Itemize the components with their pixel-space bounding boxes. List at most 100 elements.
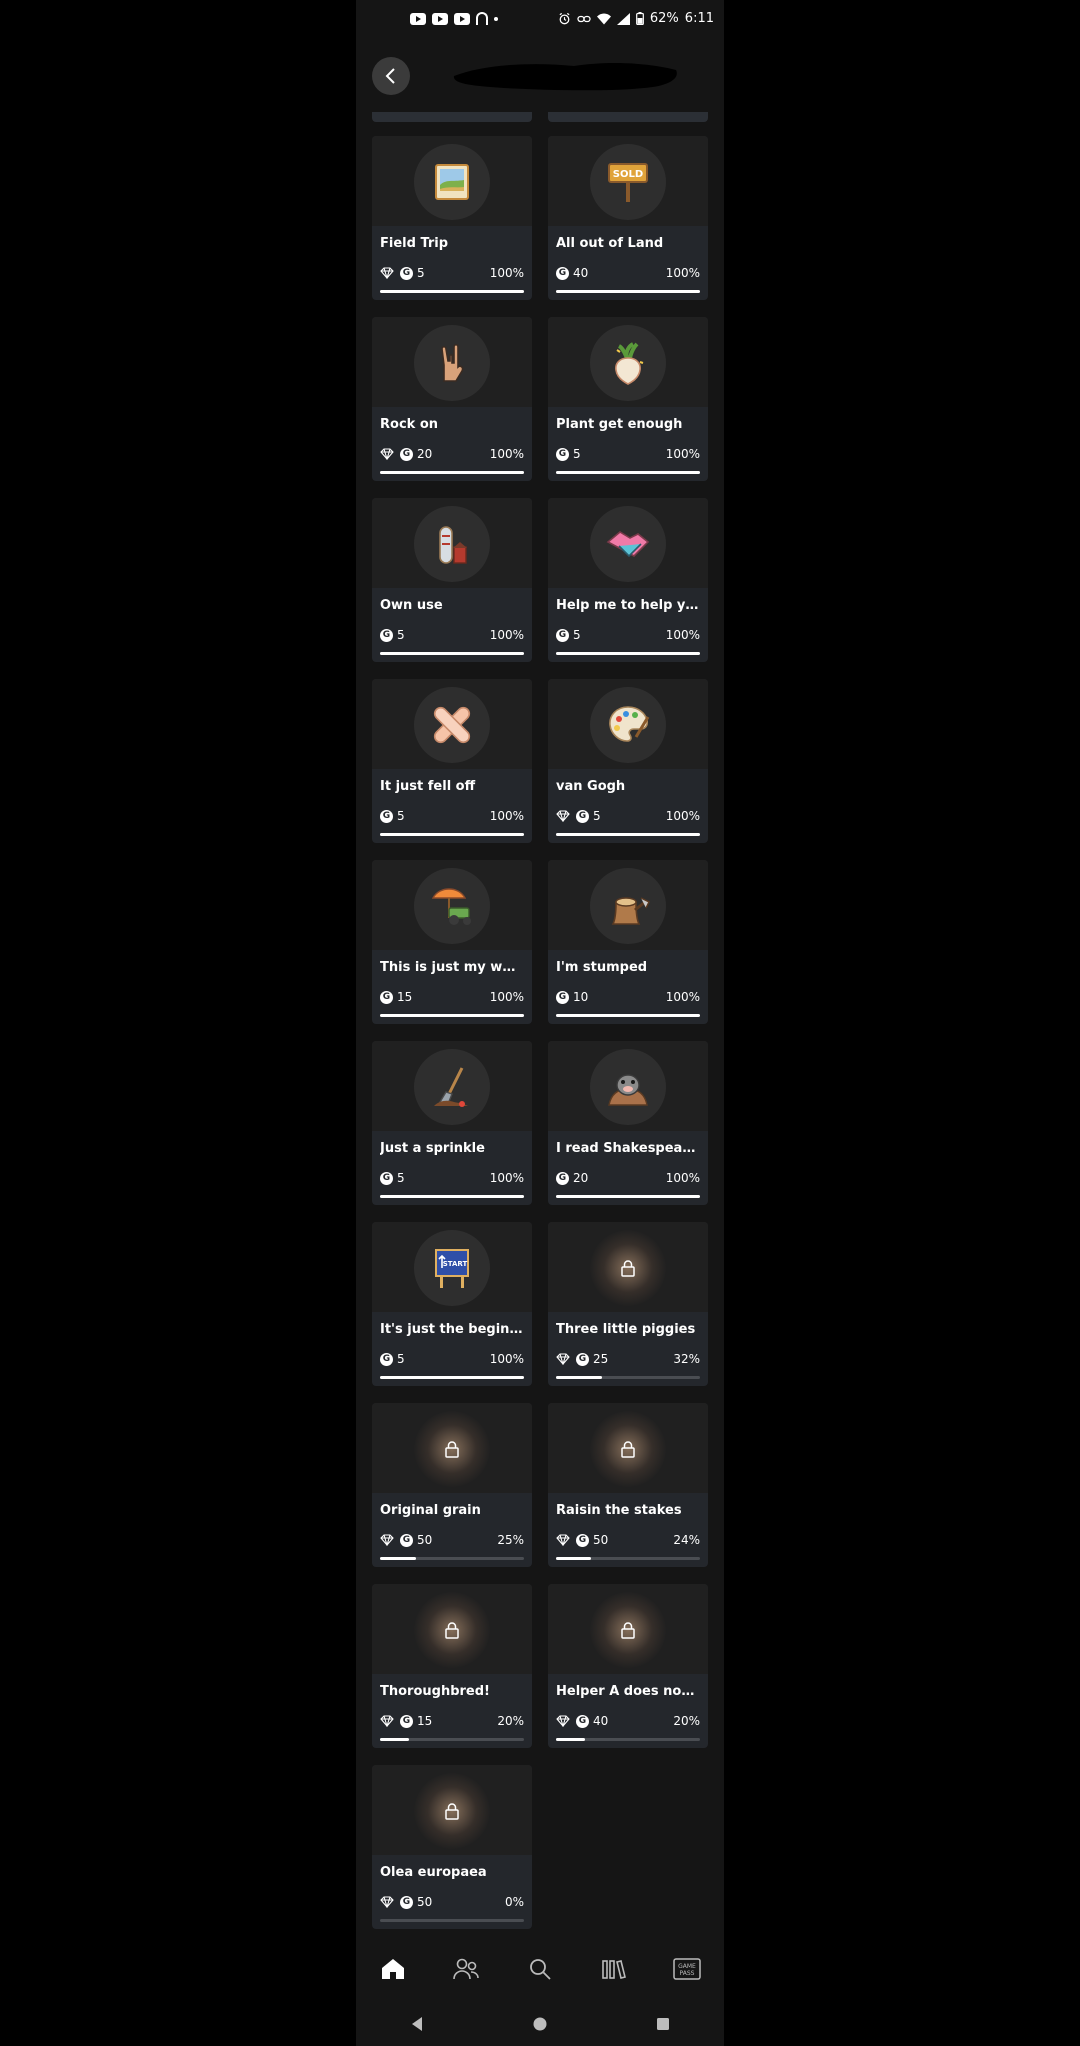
achievement-card[interactable]: Plant get enough G 5 100% xyxy=(548,317,708,481)
youtube-notification-icon xyxy=(454,12,470,25)
achievement-card[interactable]: Thoroughbred! G 15 20% xyxy=(372,1584,532,1748)
achievement-art xyxy=(548,1403,708,1493)
signal-icon xyxy=(616,12,630,25)
nav-home[interactable] xyxy=(373,1949,413,1989)
progress-percent: 100% xyxy=(665,266,700,280)
gamerscore-icon: G xyxy=(400,1895,413,1909)
achievement-card[interactable]: Own use G 5 100% xyxy=(372,498,532,662)
achievement-card[interactable]: van Gogh G 5 100% xyxy=(548,679,708,843)
battery-icon xyxy=(635,12,644,25)
shovel-icon xyxy=(430,1064,474,1110)
achievement-card[interactable]: SOLD All out of Land G 40 100% xyxy=(548,136,708,300)
wifi-icon xyxy=(596,13,611,24)
gamerscore-icon: G xyxy=(556,447,569,461)
progress-bar xyxy=(380,1738,524,1741)
achievement-card[interactable]: Field Trip G 5 100% xyxy=(372,136,532,300)
bottom-navigation: GAME PASS xyxy=(356,1938,724,2000)
rare-gem-icon xyxy=(380,448,394,460)
achievement-art xyxy=(372,1765,532,1855)
progress-bar xyxy=(556,1376,700,1379)
gamerscore-icon: G xyxy=(400,1714,413,1728)
achievement-card[interactable]: I read Shakespeare and G 20 100% xyxy=(548,1041,708,1205)
achievement-card[interactable]: Three little piggies G 25 32% xyxy=(548,1222,708,1386)
nav-library[interactable] xyxy=(594,1949,634,1989)
achievement-title: van Gogh xyxy=(556,779,626,794)
gamerscore-value: 25 xyxy=(593,1352,609,1366)
achievement-title: Original grain xyxy=(380,1503,481,1518)
svg-text:PASS: PASS xyxy=(680,1970,695,1977)
search-icon xyxy=(530,1959,551,1980)
progress-percent: 100% xyxy=(665,447,700,461)
achievement-art xyxy=(372,679,532,769)
nav-game-pass[interactable]: GAME PASS xyxy=(667,1949,707,1989)
achievement-title: Thoroughbred! xyxy=(380,1684,490,1699)
achievement-badge xyxy=(414,325,490,401)
nav-social[interactable] xyxy=(446,1949,486,1989)
achievements-grid: Field Trip G 5 100% SOLD All out of Land G 40 10… xyxy=(356,112,724,1952)
home-icon xyxy=(381,1959,404,1979)
progress-bar-fill xyxy=(556,471,700,474)
progress-bar-fill xyxy=(380,1376,524,1379)
achievement-badge xyxy=(414,1049,490,1125)
achievement-art xyxy=(372,136,532,226)
gamerscore-value: 10 xyxy=(573,990,589,1004)
svg-text:GAME: GAME xyxy=(678,1963,696,1970)
gamerscore-value: 40 xyxy=(573,266,589,280)
achievement-art xyxy=(548,1222,708,1312)
rare-gem-icon xyxy=(556,1715,570,1727)
achievement-badge xyxy=(414,687,490,763)
system-back-icon[interactable] xyxy=(409,2016,425,2032)
achievement-meta: G 50 25% xyxy=(380,1532,524,1548)
achievement-card[interactable]: Raisin the stakes G 50 24% xyxy=(548,1403,708,1567)
achievement-meta: G 5 100% xyxy=(380,265,524,281)
nav-search[interactable] xyxy=(520,1949,560,1989)
achievement-badge xyxy=(414,1773,490,1849)
system-home-icon[interactable] xyxy=(532,2016,548,2032)
palette-icon xyxy=(606,703,650,747)
achievement-meta: G 5 100% xyxy=(380,808,524,824)
achievement-card[interactable]: Just a sprinkle G 5 100% xyxy=(372,1041,532,1205)
status-bar: 62% 6:11 xyxy=(356,0,724,42)
progress-bar xyxy=(556,1557,700,1560)
library-icon xyxy=(601,1960,626,1979)
progress-percent: 25% xyxy=(497,1533,524,1547)
progress-percent: 100% xyxy=(489,447,524,461)
progress-bar xyxy=(380,1557,524,1560)
achievement-card[interactable]: This is just my weekend G 15 100% xyxy=(372,860,532,1024)
progress-percent: 20% xyxy=(673,1714,700,1728)
rare-gem-icon xyxy=(556,810,570,822)
gamerscore-icon: G xyxy=(576,809,589,823)
achievement-card[interactable]: Original grain G 50 25% xyxy=(372,1403,532,1567)
gamerscore-icon: G xyxy=(556,990,569,1004)
achievement-title: Field Trip xyxy=(380,236,449,251)
progress-percent: 100% xyxy=(489,809,524,823)
gamerscore-icon: G xyxy=(556,266,569,280)
achievement-badge: START xyxy=(414,1230,490,1306)
achievement-meta: G 5 100% xyxy=(556,627,700,643)
achievement-card[interactable]: I'm stumped G 10 100% xyxy=(548,860,708,1024)
mole-icon xyxy=(605,1065,651,1109)
achievement-meta: G 40 100% xyxy=(556,265,700,281)
achievement-card[interactable]: Olea europaea G 50 0% xyxy=(372,1765,532,1929)
achievement-badge xyxy=(590,506,666,582)
achievement-card[interactable]: It just fell off G 5 100% xyxy=(372,679,532,843)
gamerscore-icon: G xyxy=(556,1171,569,1185)
progress-percent: 32% xyxy=(673,1352,700,1366)
achievement-title: Just a sprinkle xyxy=(380,1141,485,1156)
progress-bar-fill xyxy=(556,1738,585,1741)
gamerscore-icon: G xyxy=(576,1533,589,1547)
achievement-title: Olea europaea xyxy=(380,1865,487,1880)
back-button[interactable] xyxy=(372,57,410,95)
achievement-card[interactable]: Rock on G 20 100% xyxy=(372,317,532,481)
achievement-card[interactable]: Helper A does not stop G 40 20% xyxy=(548,1584,708,1748)
gamerscore-value: 5 xyxy=(573,447,581,461)
achievement-meta: G 5 100% xyxy=(556,446,700,462)
achievement-card[interactable]: START It's just the beginning G5 100% xyxy=(372,1222,532,1386)
achievement-badge xyxy=(590,1592,666,1668)
youtube-notification-icon xyxy=(410,12,426,25)
achievement-card[interactable]: Help me to help you G 5 100% xyxy=(548,498,708,662)
progress-percent: 100% xyxy=(489,990,524,1004)
progress-bar xyxy=(556,652,700,655)
achievement-title: This is just my weekend xyxy=(380,960,524,975)
system-recents-icon[interactable] xyxy=(655,2016,671,2032)
